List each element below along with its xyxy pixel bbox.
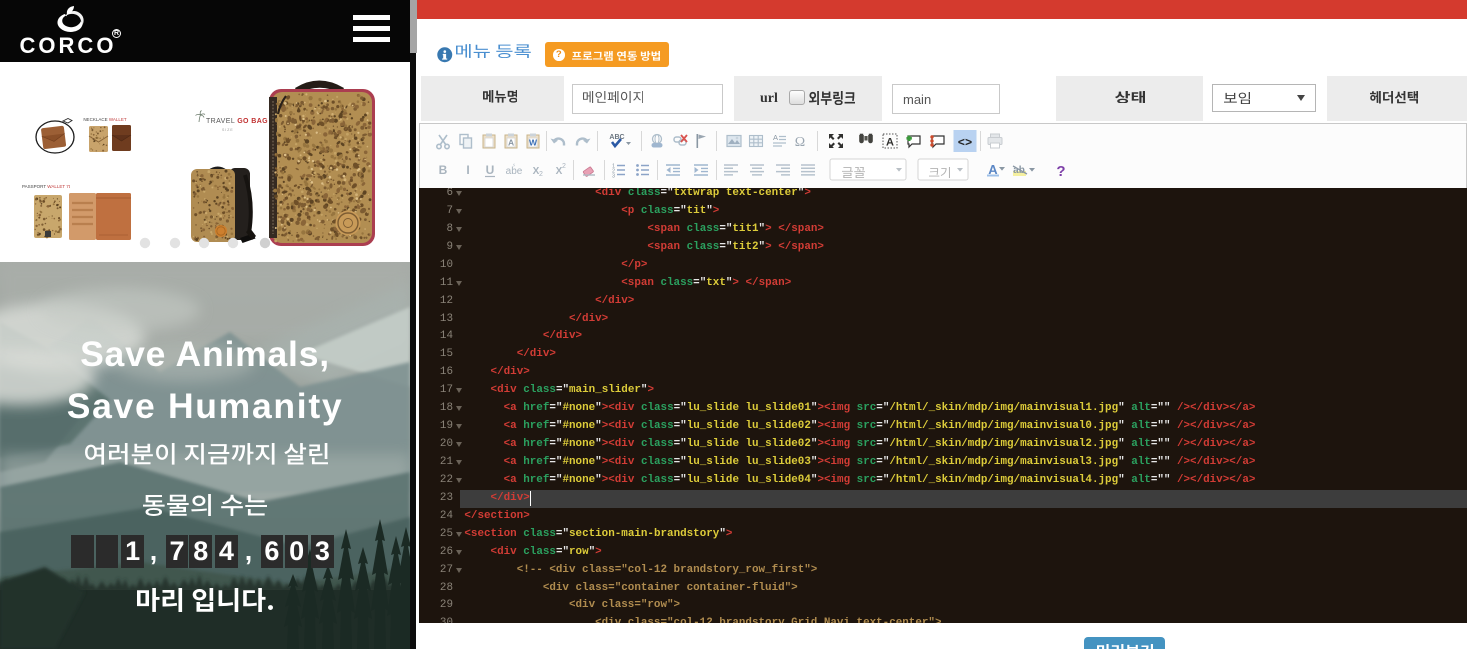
- svg-text:B: B: [439, 163, 448, 177]
- svg-text:W: W: [529, 138, 538, 148]
- svg-text:NECKLACE WALLET: NECKLACE WALLET: [83, 117, 127, 122]
- svg-text:PASSPORT WALLET 7t: PASSPORT WALLET 7t: [22, 184, 71, 189]
- svg-text:<>: <>: [958, 136, 972, 150]
- svg-text:A: A: [508, 138, 514, 148]
- svg-text:I: I: [466, 163, 469, 177]
- svg-text:3: 3: [612, 174, 615, 180]
- svg-text:ABC: ABC: [609, 134, 624, 141]
- svg-text:A: A: [886, 137, 894, 149]
- svg-text:ab̾e: ab̾e: [506, 162, 523, 177]
- svg-text:A: A: [773, 133, 778, 142]
- svg-text:Ω: Ω: [795, 135, 805, 150]
- svg-text:?: ?: [1056, 163, 1065, 180]
- svg-text:S I Z E: S I Z E: [222, 128, 233, 132]
- svg-text:U: U: [486, 163, 495, 177]
- svg-text:2: 2: [539, 171, 543, 178]
- svg-text:TRAVEL GO BAG: TRAVEL GO BAG: [206, 118, 268, 125]
- svg-text:2: 2: [562, 163, 566, 170]
